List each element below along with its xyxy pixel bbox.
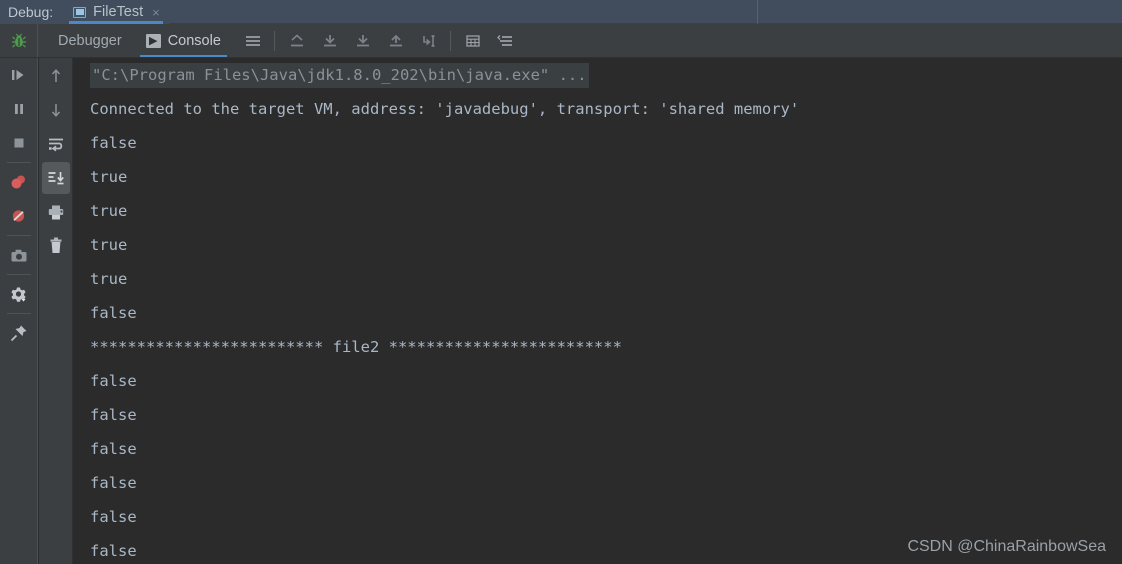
title-bar-empty-area [168, 0, 1122, 24]
console-actions-rail [39, 58, 73, 564]
debug-label: Debug: [8, 4, 54, 20]
resume-program-icon[interactable] [0, 58, 38, 92]
debug-bug-icon-cell[interactable] [0, 24, 38, 57]
console-line: false [90, 134, 137, 152]
console-play-icon: ▶ [145, 33, 161, 48]
console-output[interactable]: "C:\Program Files\Java\jdk1.8.0_202\bin\… [74, 58, 1122, 564]
hamburger-menu-icon[interactable] [236, 24, 269, 57]
console-line: Connected to the target VM, address: 'ja… [90, 100, 800, 118]
upload-icon[interactable] [379, 24, 412, 57]
console-line: false [90, 440, 137, 458]
bug-icon [11, 33, 27, 49]
console-line: false [90, 508, 137, 526]
window-icon [73, 6, 87, 18]
toolbar-separator [450, 30, 451, 51]
console-line: true [90, 202, 128, 220]
console-line: false [90, 406, 137, 424]
toolbar-separator [274, 30, 275, 51]
tab-debugger[interactable]: Debugger [46, 24, 134, 57]
debug-actions-rail [0, 58, 38, 564]
console-line: "C:\Program Files\Java\jdk1.8.0_202\bin\… [74, 58, 1122, 92]
rail-separator [6, 274, 31, 275]
clear-all-icon[interactable] [42, 230, 70, 262]
console-line-separator: ************************* file2 ********… [90, 338, 622, 356]
scroll-to-end-icon[interactable] [41, 162, 70, 194]
camera-icon[interactable] [0, 238, 38, 272]
debug-title-bar: Debug: FileTest × [0, 0, 1122, 24]
pause-program-icon[interactable] [0, 92, 38, 126]
rail-separator [6, 313, 31, 314]
scroll-up-icon[interactable] [42, 60, 70, 92]
export-up-icon[interactable] [280, 24, 313, 57]
close-icon[interactable]: × [152, 6, 160, 19]
stop-program-icon[interactable] [0, 126, 38, 160]
rail-separator [6, 235, 31, 236]
console-line: true [90, 236, 128, 254]
console-line: false [90, 372, 137, 390]
console-line: false [90, 304, 137, 322]
scroll-down-icon[interactable] [42, 94, 70, 126]
tab-console[interactable]: ▶ Console [134, 24, 233, 57]
tab-debugger-label: Debugger [58, 32, 122, 49]
pin-icon[interactable] [0, 316, 38, 350]
rail-separator [6, 162, 31, 163]
download-icon[interactable] [313, 24, 346, 57]
session-tab-label: FileTest [93, 4, 144, 20]
view-breakpoints-icon[interactable] [0, 165, 38, 199]
active-tab-underline [139, 54, 227, 57]
console-line: false [90, 542, 137, 560]
console-tab-strip: Debugger ▶ Console [46, 24, 233, 57]
settings-gear-icon[interactable] [0, 277, 38, 311]
console-line: true [90, 168, 128, 186]
console-line: true [90, 270, 128, 288]
title-bar-divider [757, 0, 758, 24]
grid-icon[interactable] [456, 24, 489, 57]
soft-wrap-icon[interactable] [42, 128, 70, 160]
mute-breakpoints-icon[interactable] [0, 199, 38, 233]
console-command-line: "C:\Program Files\Java\jdk1.8.0_202\bin\… [90, 63, 589, 88]
session-tab-filetest[interactable]: FileTest × [63, 0, 169, 24]
console-toolbar: Debugger ▶ Console [0, 24, 1122, 58]
download-alt-icon[interactable] [346, 24, 379, 57]
align-lines-icon[interactable] [489, 24, 522, 57]
tab-console-label: Console [167, 32, 221, 49]
wrap-cursor-icon[interactable] [412, 24, 445, 57]
print-icon[interactable] [42, 196, 70, 228]
toolbar-icon-group [236, 24, 522, 57]
console-line: false [90, 474, 137, 492]
